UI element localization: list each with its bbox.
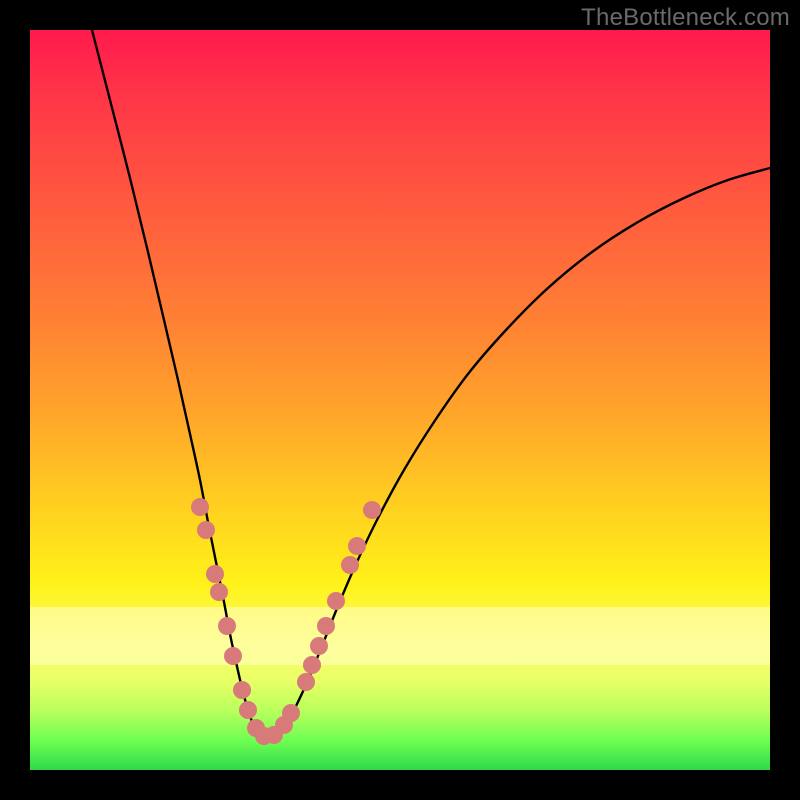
highlight-dot (363, 501, 381, 519)
highlight-dot (197, 521, 215, 539)
highlight-dot (348, 537, 366, 555)
highlight-dot (297, 673, 315, 691)
highlight-dot (191, 498, 209, 516)
curve-svg (30, 30, 770, 770)
bottleneck-curve (92, 30, 770, 739)
highlight-dot (239, 701, 257, 719)
highlight-dot (303, 656, 321, 674)
highlight-dot (224, 647, 242, 665)
highlight-dot (233, 681, 251, 699)
highlight-dot (282, 704, 300, 722)
highlight-dot (206, 565, 224, 583)
highlight-dot (218, 617, 236, 635)
highlight-dot (310, 637, 328, 655)
plot-area (30, 30, 770, 770)
highlight-dot (341, 556, 359, 574)
highlight-dot (317, 617, 335, 635)
watermark-text: TheBottleneck.com (581, 4, 790, 32)
chart-frame: TheBottleneck.com (0, 0, 800, 800)
highlight-dots-group (191, 498, 381, 745)
highlight-dot (210, 583, 228, 601)
highlight-dot (327, 592, 345, 610)
